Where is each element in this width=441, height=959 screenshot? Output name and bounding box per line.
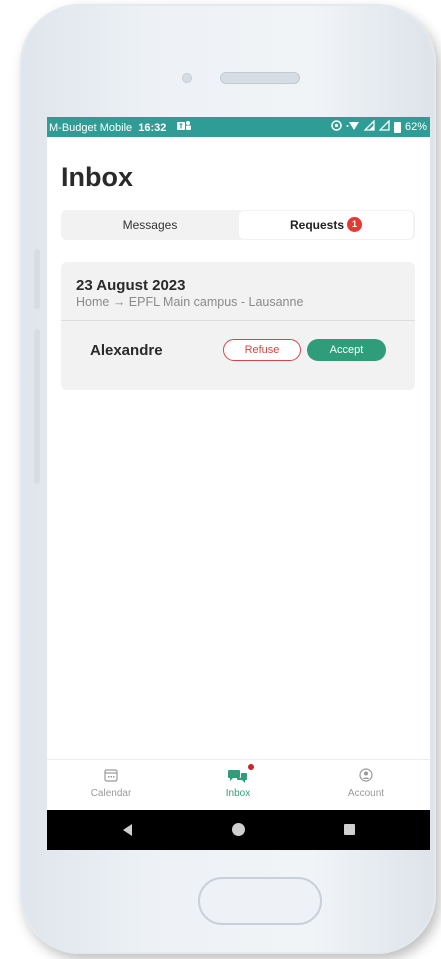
- page-title: Inbox: [61, 162, 133, 192]
- signal-icon: [363, 119, 375, 134]
- accept-button[interactable]: Accept: [307, 339, 386, 361]
- phone-side-button: [34, 329, 40, 484]
- tab-label: Requests: [289, 218, 345, 232]
- battery-icon: [393, 121, 401, 133]
- requester-name: Alexandre: [90, 342, 163, 359]
- bottom-navigation: Calendar Inbox Account: [47, 759, 430, 811]
- nav-label: Calendar: [90, 788, 132, 799]
- tab-label: Messages: [122, 218, 178, 232]
- inbox-tabs: Messages Requests 1: [61, 210, 415, 240]
- nav-account[interactable]: Account: [316, 768, 416, 799]
- account-icon: [316, 768, 416, 784]
- nav-calendar[interactable]: Calendar: [61, 768, 161, 799]
- phone-home-button[interactable]: [198, 877, 322, 925]
- home-icon[interactable]: [232, 823, 245, 836]
- carrier-name: M-Budget Mobile: [49, 122, 133, 134]
- requests-count-badge: 1: [347, 217, 363, 233]
- teams-icon: [177, 120, 192, 134]
- status-bar: M-Budget Mobile 16:32 62%: [47, 117, 430, 137]
- nav-label: Inbox: [225, 788, 251, 799]
- status-time: 16:32: [138, 122, 167, 134]
- nav-label: Account: [347, 788, 385, 799]
- tab-messages[interactable]: Messages: [61, 210, 239, 240]
- android-nav-bar: [47, 810, 430, 850]
- camera-icon: [182, 73, 192, 83]
- battery-level: 62%: [404, 121, 427, 133]
- nav-inbox[interactable]: Inbox: [188, 764, 288, 799]
- request-date: 23 August 2023: [76, 277, 186, 294]
- divider: [61, 320, 415, 321]
- chat-icon: [188, 764, 288, 784]
- app-screen: M-Budget Mobile 16:32 62% Inbox Messages…: [47, 117, 430, 850]
- notification-dot: [248, 764, 254, 770]
- phone-side-button: [34, 249, 40, 309]
- back-icon[interactable]: [123, 824, 132, 836]
- request-card: 23 August 2023 Home → EPFL Main campus -…: [61, 262, 415, 390]
- signal-icon: [378, 119, 390, 134]
- request-route: Home → EPFL Main campus - Lausanne: [76, 295, 304, 309]
- calendar-icon: [61, 768, 161, 784]
- recent-apps-icon[interactable]: [344, 824, 355, 835]
- data-saver-icon: [331, 120, 342, 134]
- refuse-button[interactable]: Refuse: [223, 339, 301, 361]
- wifi-icon: [346, 120, 360, 134]
- speaker-grille: [220, 72, 300, 84]
- tab-requests[interactable]: Requests 1: [239, 211, 413, 239]
